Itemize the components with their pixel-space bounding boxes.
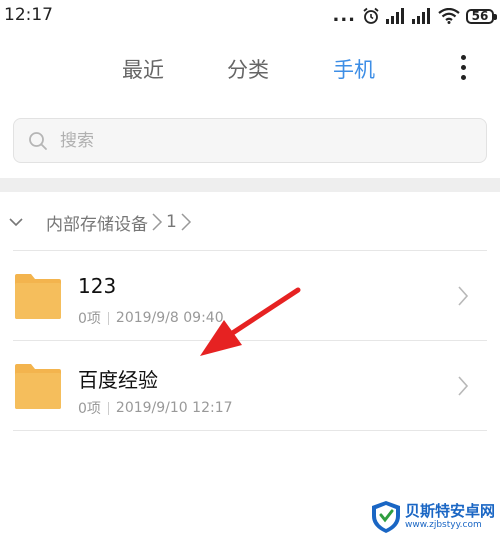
signal-icon [386, 8, 404, 24]
status-bar: 12:17 ... 56 [0, 0, 500, 34]
chevron-down-icon[interactable] [8, 214, 24, 230]
folder-icon [15, 274, 61, 319]
modified-date: 2019/9/10 12:17 [115, 400, 233, 416]
item-count: 0项 [78, 401, 101, 417]
watermark-title: 贝斯特安卓网 [405, 502, 496, 520]
meta-separator [107, 401, 109, 415]
signal-icon [412, 8, 430, 24]
status-time: 12:17 [4, 5, 53, 25]
search-bar[interactable] [13, 118, 487, 163]
row-divider [13, 340, 487, 341]
breadcrumb-root[interactable]: 内部存储设备 [46, 210, 148, 235]
breadcrumb: 内部存储设备 1 [0, 204, 500, 240]
watermark-logo: 贝斯特安卓网 www.zjbstyy.com [370, 498, 498, 536]
status-icons: ... 56 [332, 5, 497, 27]
file-meta: 0项 2019/9/10 12:17 [78, 398, 233, 418]
row-divider [13, 250, 487, 251]
alarm-icon [363, 7, 379, 24]
file-name: 百度经验 [78, 368, 158, 392]
wifi-icon [438, 8, 460, 24]
search-icon [29, 131, 47, 150]
meta-separator [107, 311, 109, 325]
modified-date: 2019/9/8 09:40 [115, 310, 224, 326]
file-meta: 0项 2019/9/8 09:40 [78, 308, 224, 328]
notification-dots: ... [332, 5, 356, 26]
battery-icon: 56 [466, 8, 497, 24]
search-input[interactable] [58, 129, 462, 152]
folder-icon [15, 364, 61, 409]
more-options-icon[interactable] [450, 50, 476, 84]
tab-phone[interactable]: 手机 [333, 54, 375, 84]
chevron-right-icon [458, 376, 469, 396]
shield-logo-icon [372, 501, 400, 533]
item-count: 0项 [78, 311, 101, 327]
row-divider [13, 430, 487, 431]
file-name: 123 [78, 274, 117, 298]
list-item[interactable]: 百度经验 0项 2019/9/10 12:17 [0, 342, 500, 430]
tab-category[interactable]: 分类 [227, 54, 269, 84]
list-item[interactable]: 123 0项 2019/9/8 09:40 [0, 252, 500, 340]
chevron-right-icon [151, 213, 163, 231]
section-divider [0, 178, 500, 192]
tab-recent[interactable]: 最近 [122, 54, 164, 84]
breadcrumb-current[interactable]: 1 [166, 212, 177, 232]
chevron-right-icon [180, 213, 192, 231]
chevron-right-icon [458, 286, 469, 306]
watermark-url: www.zjbstyy.com [405, 520, 482, 530]
tab-bar: 最近 分类 手机 [0, 50, 500, 90]
